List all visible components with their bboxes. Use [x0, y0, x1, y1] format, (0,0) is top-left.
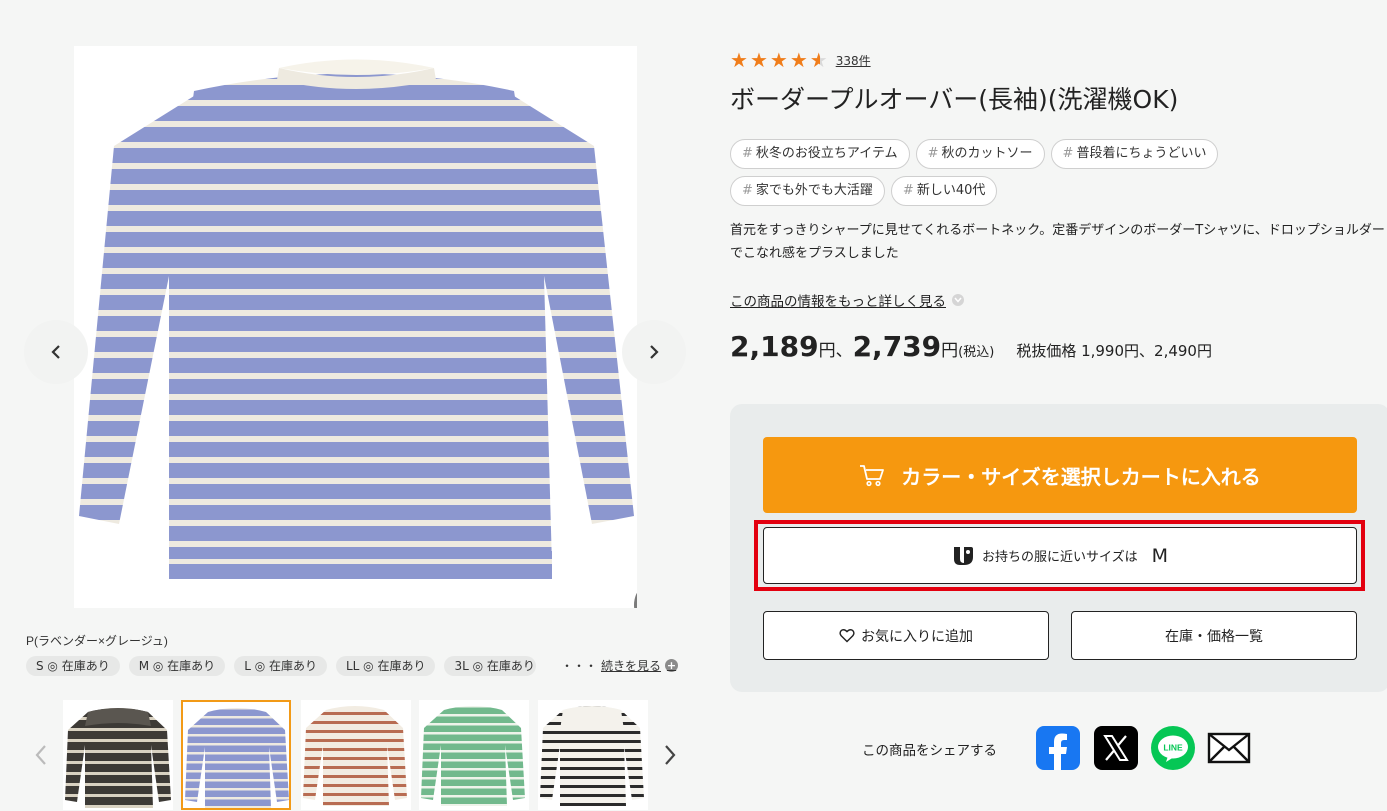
thumbnail-black-stripe[interactable] [538, 700, 648, 810]
see-more-stock-link[interactable]: 続きを見る + [601, 657, 679, 674]
shirt-thumbnail-image [540, 706, 644, 806]
recommended-size-value: M [1151, 544, 1169, 567]
stock-price-list-button[interactable]: 在庫・価格一覧 [1071, 611, 1357, 660]
star-icon: ★ [730, 48, 748, 72]
add-to-cart-label: カラー・サイズを選択しカートに入れる [901, 464, 1261, 489]
tag-label: 普段着にちょうどいい [1076, 146, 1207, 161]
tag-chip[interactable]: # 秋のカットソー [915, 139, 1045, 169]
size-recommend-label: お持ちの服に近いサイズは [981, 550, 1138, 565]
add-favorite-label: お気に入りに追加 [861, 628, 973, 645]
stock-chip-ll: LL ◎ 在庫あり [335, 656, 436, 676]
star-icon: ★ [789, 48, 808, 72]
stock-price-list-label: 在庫・価格一覧 [1165, 628, 1263, 645]
mail-share-button[interactable] [1207, 726, 1251, 770]
facebook-icon [1036, 726, 1080, 770]
x-share-button[interactable] [1094, 726, 1138, 770]
chevron-right-icon [665, 745, 676, 765]
tag-chip[interactable]: # 普段着にちょうどいい [1050, 139, 1219, 169]
product-main-image [74, 46, 637, 608]
hash-icon: # [742, 183, 753, 198]
line-share-button[interactable]: LINE [1151, 726, 1195, 770]
star-icon: ★ [769, 48, 788, 72]
rating: ★ ★ ★ ★ ★ 338件 [730, 50, 871, 70]
thumbnail-green-stripe[interactable] [419, 700, 529, 810]
hash-icon: # [1062, 146, 1074, 161]
shirt-thumbnail-image [65, 708, 171, 808]
chevron-left-icon [51, 345, 60, 359]
size-logo-icon [953, 546, 973, 565]
half-star-icon: ★ [809, 48, 828, 72]
share-label: この商品をシェアする [862, 743, 997, 759]
stock-ellipsis: ・・・ [561, 659, 598, 673]
mail-icon [1207, 732, 1251, 764]
line-icon: LINE [1151, 726, 1195, 770]
add-favorite-button[interactable]: お気に入りに追加 [763, 611, 1049, 660]
more-info-label: この商品の情報をもっと詳しく見る [730, 294, 946, 310]
tag-chip[interactable]: # 秋冬のお役立ちアイテム [730, 139, 910, 169]
chevron-right-icon [650, 345, 659, 359]
striped-shirt-image [79, 59, 634, 579]
size-stock-list: S ◎ 在庫あり M ◎ 在庫あり L ◎ 在庫あり LL ◎ 在庫あり 3L … [26, 656, 537, 676]
tag-label: 秋のカットソー [941, 146, 1033, 161]
product-title: ボーダープルオーバー(長袖)(洗濯機OK) [730, 85, 1179, 114]
stock-chip-3l: 3L ◎ 在庫あり [444, 656, 537, 676]
zoom-button[interactable] [634, 578, 637, 608]
chevron-down-icon [952, 294, 964, 306]
product-description: 首元をすっきりシャープに見せてくれるボートネック。定番デザインのボーダーTシャツ… [730, 223, 1385, 261]
cart-icon [860, 465, 885, 487]
thumbnail-lavender-stripe[interactable] [181, 700, 291, 810]
tag-chip[interactable]: # 新しい40代 [890, 176, 998, 206]
thumbnail-brown-stripe[interactable] [63, 700, 173, 810]
stock-chip-m: M ◎ 在庫あり [128, 656, 226, 676]
hash-icon: # [742, 146, 753, 161]
tag-chip[interactable]: # 家でも外でも大活躍 [730, 176, 885, 206]
selected-color-name: P(ラベンダー×グレージュ) [26, 634, 168, 648]
thumb-next-button[interactable] [660, 740, 680, 770]
thumbnail-orange-stripe[interactable] [301, 700, 411, 810]
price-2: 2,739 [852, 330, 942, 363]
plus-circle-icon: + [665, 659, 679, 672]
hash-icon: # [927, 146, 939, 161]
tag-label: 秋冬のお役立ちアイテム [755, 146, 898, 161]
line-logo-text: LINE [1163, 743, 1183, 753]
tag-list: # 秋冬のお役立ちアイテム # 秋のカットソー # 普段着にちょうどいい # 家でも外で… [730, 139, 1290, 206]
see-more-label: 続きを見る [601, 659, 662, 673]
thumb-prev-button[interactable] [31, 740, 51, 770]
shirt-thumbnail-image [421, 706, 525, 806]
tag-label: 新しい40代 [916, 183, 986, 198]
gallery-next-button[interactable] [622, 320, 686, 384]
review-count-link[interactable]: 338件 [836, 52, 871, 69]
stock-chip-s: S ◎ 在庫あり [26, 656, 120, 676]
tax-included-label: (税込) [958, 345, 995, 360]
star-icon: ★ [749, 48, 768, 72]
price-row: 2,189 円 、 2,739 円 (税込) 税抜価格 1,990円、2,490… [730, 330, 1212, 363]
gallery-prev-button[interactable] [24, 320, 88, 384]
x-icon [1094, 726, 1138, 770]
hash-icon: # [902, 183, 914, 198]
tag-label: 家でも外でも大活躍 [755, 183, 873, 198]
price-1: 2,189 [730, 330, 819, 363]
size-recommend-button[interactable]: お持ちの服に近いサイズは M [763, 527, 1357, 584]
chevron-left-icon [35, 745, 46, 765]
shirt-thumbnail-image [303, 706, 407, 806]
add-to-cart-button[interactable]: カラー・サイズを選択しカートに入れる [763, 437, 1357, 513]
heart-icon [839, 629, 855, 643]
yen-unit: 円 [941, 341, 959, 361]
zoom-in-icon [635, 584, 637, 594]
shirt-thumbnail-image [185, 708, 289, 808]
price-separator: 、 [835, 341, 853, 361]
price-excluding-tax: 税抜価格 1,990円、2,490円 [1016, 342, 1212, 360]
facebook-share-button[interactable] [1036, 726, 1080, 770]
yen-unit: 円 [818, 341, 836, 361]
stock-chip-l: L ◎ 在庫あり [234, 656, 327, 676]
more-info-link[interactable]: この商品の情報をもっと詳しく見る [730, 290, 964, 310]
